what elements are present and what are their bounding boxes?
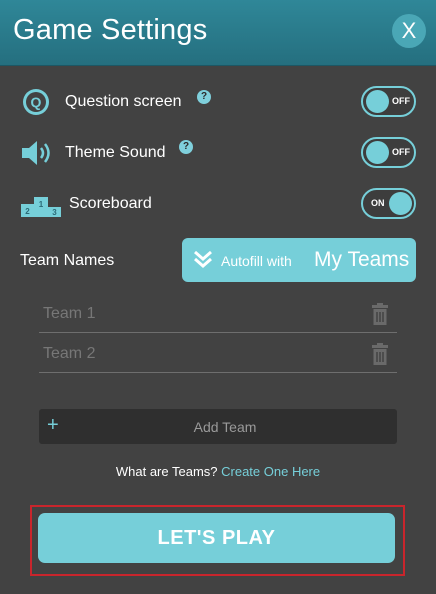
podium-icon: 2 1 3 bbox=[21, 197, 61, 217]
team-name-field bbox=[39, 337, 397, 373]
close-icon: X bbox=[401, 18, 417, 43]
autofill-label: Autofill with bbox=[221, 253, 292, 269]
dialog-title: Game Settings bbox=[13, 14, 208, 46]
theme-sound-help-icon[interactable]: ? bbox=[179, 140, 193, 154]
add-team-label: Add Team bbox=[193, 419, 257, 435]
teams-question: What are Teams? bbox=[115, 464, 218, 479]
toggle-knob bbox=[389, 192, 412, 215]
question-screen-icon: Q bbox=[23, 89, 49, 115]
toggle-state-label: OFF bbox=[392, 96, 410, 106]
toggle-state-label: OFF bbox=[392, 147, 410, 157]
scoreboard-toggle[interactable]: ON bbox=[361, 188, 416, 219]
team-names-label: Team Names bbox=[20, 252, 115, 269]
team-name-field bbox=[39, 297, 397, 333]
question-screen-toggle[interactable]: OFF bbox=[361, 86, 416, 117]
team-2-input[interactable] bbox=[43, 341, 363, 367]
add-team-button[interactable]: + Add Team bbox=[39, 409, 397, 444]
lets-play-button[interactable]: LET'S PLAY bbox=[38, 513, 395, 563]
autofill-my-teams-button[interactable]: Autofill with My Teams bbox=[182, 238, 416, 282]
close-button[interactable]: X bbox=[392, 14, 426, 48]
setting-row-question-screen: Q Question screen ? OFF bbox=[0, 82, 436, 122]
game-settings-dialog: Game Settings X Q Question screen ? OFF … bbox=[0, 0, 436, 594]
trash-icon[interactable] bbox=[371, 303, 389, 325]
dialog-header: Game Settings X bbox=[0, 0, 436, 66]
svg-text:3: 3 bbox=[52, 208, 57, 217]
svg-text:1: 1 bbox=[39, 200, 44, 209]
speaker-icon bbox=[22, 141, 50, 165]
teams-info: What are Teams? Create One Here bbox=[0, 464, 436, 479]
svg-text:Q: Q bbox=[31, 94, 42, 110]
toggle-state-label: ON bbox=[371, 198, 385, 208]
create-team-link[interactable]: Create One Here bbox=[221, 464, 320, 479]
double-chevron-down-icon bbox=[194, 250, 212, 268]
theme-sound-toggle[interactable]: OFF bbox=[361, 137, 416, 168]
theme-sound-label: Theme Sound bbox=[65, 144, 166, 161]
toggle-knob bbox=[366, 90, 389, 113]
svg-text:2: 2 bbox=[25, 207, 30, 216]
question-screen-help-icon[interactable]: ? bbox=[197, 90, 211, 104]
toggle-knob bbox=[366, 141, 389, 164]
trash-icon[interactable] bbox=[371, 343, 389, 365]
question-screen-label: Question screen bbox=[65, 93, 182, 110]
team-1-input[interactable] bbox=[43, 301, 363, 327]
scoreboard-label: Scoreboard bbox=[69, 195, 152, 212]
my-teams-label: My Teams bbox=[314, 248, 410, 271]
setting-row-scoreboard: 2 1 3 Scoreboard ON bbox=[0, 184, 436, 224]
setting-row-theme-sound: Theme Sound ? OFF bbox=[0, 133, 436, 173]
